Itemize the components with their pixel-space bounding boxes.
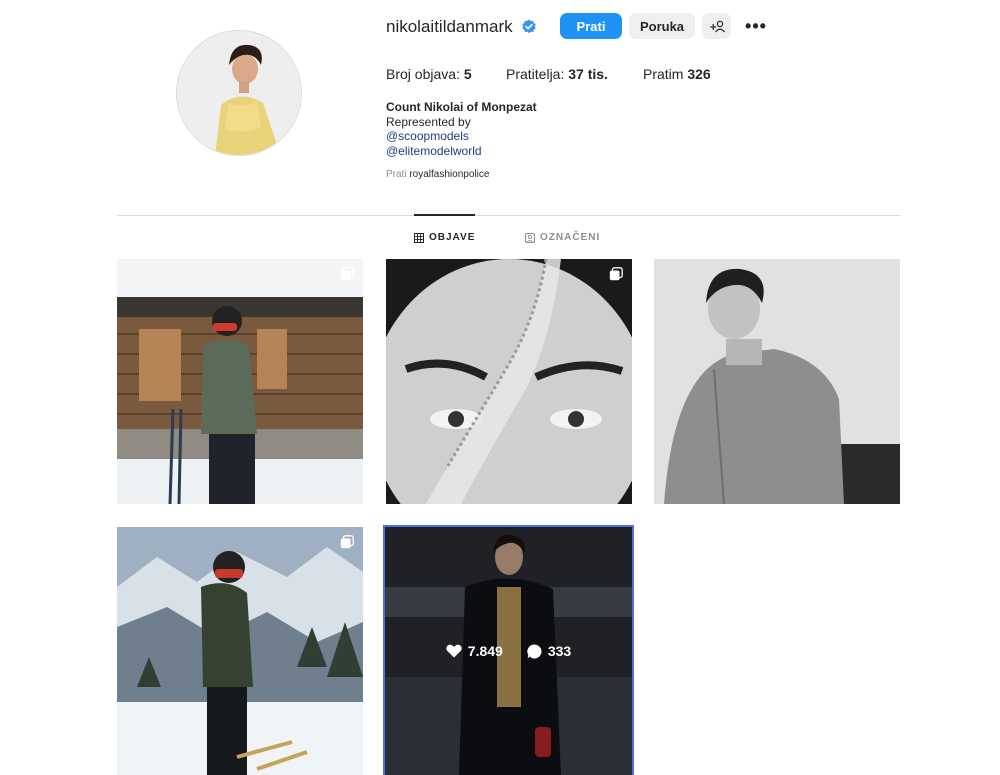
follow-button[interactable]: Prati: [560, 13, 622, 39]
followed-by-prefix: Prati: [386, 169, 407, 180]
likes-metric: 7.849: [446, 643, 503, 659]
tab-tagged[interactable]: OZNAČENI: [525, 232, 600, 243]
followed-by[interactable]: Prati royalfashionpolice: [386, 169, 489, 180]
tab-posts[interactable]: OBJAVE: [414, 232, 475, 243]
posts-count: Broj objava: 5: [386, 66, 472, 82]
following-count-value: 326: [687, 66, 711, 82]
message-button[interactable]: Poruka: [629, 13, 695, 39]
comment-bubble-icon: [527, 643, 542, 658]
post-thumbnail[interactable]: [117, 259, 363, 504]
post-thumbnail[interactable]: [386, 259, 632, 504]
following-count-label: Pratim: [643, 66, 684, 82]
comments-count: 333: [547, 643, 572, 659]
post-image-skier-mountain: [117, 527, 363, 775]
posts-count-value: 5: [463, 66, 472, 82]
comments-metric: 333: [527, 643, 571, 659]
grid-icon: [414, 232, 424, 243]
post-image-face-crystals: [386, 259, 632, 504]
tab-tagged-label: OZNAČENI: [540, 232, 601, 243]
post-thumbnail[interactable]: [654, 259, 900, 504]
carousel-icon: [340, 267, 354, 281]
post-hover-overlay: 7.849 333: [385, 527, 632, 775]
post-thumbnail-hovered[interactable]: 7.849 333: [383, 525, 634, 775]
post-thumbnail[interactable]: [117, 527, 363, 775]
post-image-bw-portrait: [654, 259, 900, 504]
active-tab-indicator: [414, 214, 475, 216]
avatar-photo: [177, 31, 301, 155]
likes-count: 7.849: [467, 643, 503, 659]
followers-count-value: 37 tis.: [568, 66, 608, 82]
bio-link-scoopmodels[interactable]: @scoopmodels: [386, 129, 537, 144]
post-image-skier-cabin: [117, 259, 363, 504]
followed-by-account: royalfashionpolice: [409, 169, 490, 180]
bio-link-elitemodelworld[interactable]: @elitemodelworld: [386, 144, 537, 159]
followers-count[interactable]: Pratitelja: 37 tis.: [506, 66, 608, 82]
profile-username: nikolaitildanmark: [386, 17, 513, 36]
tabs-divider: [117, 215, 900, 216]
posts-count-label: Broj objava:: [386, 66, 460, 82]
bio-text: Represented by: [386, 114, 471, 129]
profile-avatar[interactable]: [176, 30, 302, 156]
heart-icon: [446, 644, 462, 658]
tab-posts-label: OBJAVE: [429, 232, 476, 243]
carousel-icon: [340, 535, 354, 549]
followers-count-label: Pratitelja:: [506, 66, 565, 82]
following-count[interactable]: Pratim 326: [643, 66, 711, 82]
add-person-icon: +: [709, 20, 725, 33]
tagged-user-icon: [525, 232, 535, 243]
verified-badge-icon: [522, 19, 536, 34]
carousel-icon: [609, 267, 623, 281]
more-options-button[interactable]: •••: [743, 13, 769, 39]
profile-bio: Count Nikolai of Monpezat Represented by…: [386, 100, 537, 158]
bio-full-name: Count Nikolai of Monpezat: [386, 100, 537, 114]
suggested-accounts-button[interactable]: +: [702, 13, 731, 39]
